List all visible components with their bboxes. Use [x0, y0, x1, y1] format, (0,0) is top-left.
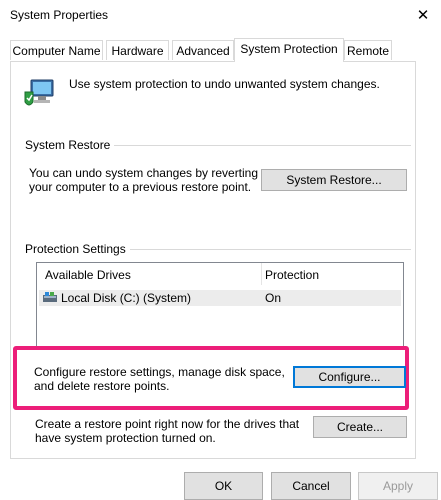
column-separator: [261, 263, 262, 285]
tab-advanced[interactable]: Advanced: [172, 40, 234, 60]
drive-name: Local Disk (C:) (System): [61, 291, 192, 305]
intro-text: Use system protection to undo unwanted s…: [69, 77, 380, 91]
column-available-drives[interactable]: Available Drives: [45, 268, 131, 282]
drive-row[interactable]: Local Disk (C:) (System) On: [39, 290, 401, 306]
tab-computer-name[interactable]: Computer Name: [10, 40, 103, 60]
column-protection[interactable]: Protection: [265, 268, 319, 282]
highlight-box: Configure restore settings, manage disk …: [13, 346, 409, 410]
window-title: System Properties: [10, 8, 109, 22]
create-button[interactable]: Create...: [313, 416, 407, 438]
drives-list-header: Available Drives Protection: [37, 263, 403, 285]
create-description: Create a restore point right now for the…: [35, 417, 300, 445]
close-icon[interactable]: ✕: [405, 0, 441, 30]
tab-hardware[interactable]: Hardware: [106, 40, 169, 60]
available-drives-list[interactable]: Available Drives Protection Local Disk (…: [36, 262, 404, 350]
protection-settings-group-label: Protection Settings: [25, 242, 130, 256]
system-restore-description: You can undo system changes by reverting…: [29, 166, 259, 194]
system-restore-group-label: System Restore: [25, 138, 115, 152]
tab-remote[interactable]: Remote: [344, 40, 392, 60]
configure-description: Configure restore settings, manage disk …: [34, 365, 285, 393]
apply-button[interactable]: Apply: [358, 472, 438, 500]
system-protection-icon: [24, 79, 54, 106]
tab-system-protection[interactable]: System Protection: [234, 38, 344, 62]
system-restore-button[interactable]: System Restore...: [261, 169, 407, 191]
drive-icon: [43, 292, 57, 302]
configure-button[interactable]: Configure...: [293, 366, 406, 388]
ok-button[interactable]: OK: [184, 472, 263, 500]
cancel-button[interactable]: Cancel: [271, 472, 351, 500]
title-bar: System Properties ✕: [0, 0, 441, 30]
drive-protection-status: On: [265, 291, 282, 305]
tab-strip: Computer Name Hardware Advanced System P…: [0, 38, 441, 62]
